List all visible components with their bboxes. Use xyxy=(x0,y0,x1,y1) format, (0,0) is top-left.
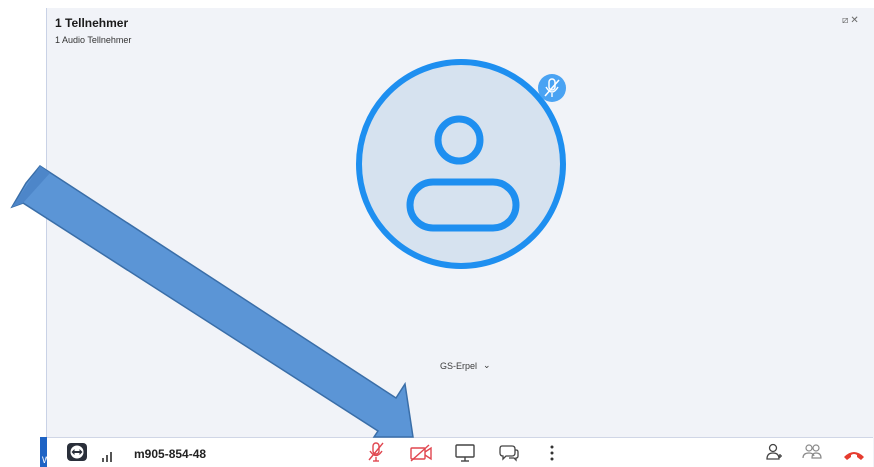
signal-strength-icon[interactable] xyxy=(101,447,115,465)
microphone-muted-icon[interactable] xyxy=(367,442,385,462)
screen-share-icon[interactable] xyxy=(454,444,476,462)
participants-icon[interactable] xyxy=(801,443,823,461)
muted-badge-icon xyxy=(538,74,566,102)
chat-icon[interactable] xyxy=(498,444,520,462)
popout-icon[interactable]: ⧄ xyxy=(842,16,848,26)
meeting-id: m905-854-48 xyxy=(134,447,207,461)
camera-off-icon[interactable] xyxy=(409,444,433,462)
teamviewer-logo-icon[interactable] xyxy=(66,443,88,461)
more-options-icon[interactable] xyxy=(549,444,555,462)
window-controls: ⧄ ✕ xyxy=(842,16,859,26)
participant-avatar xyxy=(356,59,566,269)
close-icon[interactable]: ✕ xyxy=(850,16,858,26)
hang-up-icon[interactable] xyxy=(842,446,866,464)
participant-count-title: 1 Tellnehmer xyxy=(55,16,129,30)
screen: 1 Tellnehmer 1 Audio Tellnehmer ⧄ ✕ GS-E… xyxy=(0,0,874,467)
chevron-down-icon: ⌄ xyxy=(483,360,491,370)
participant-selector[interactable]: GS-Erpel ⌄ xyxy=(440,360,491,371)
audio-participant-count: 1 Audio Tellnehmer xyxy=(55,35,132,45)
add-participant-icon[interactable] xyxy=(765,443,783,461)
participant-name: GS-Erpel xyxy=(440,360,478,371)
